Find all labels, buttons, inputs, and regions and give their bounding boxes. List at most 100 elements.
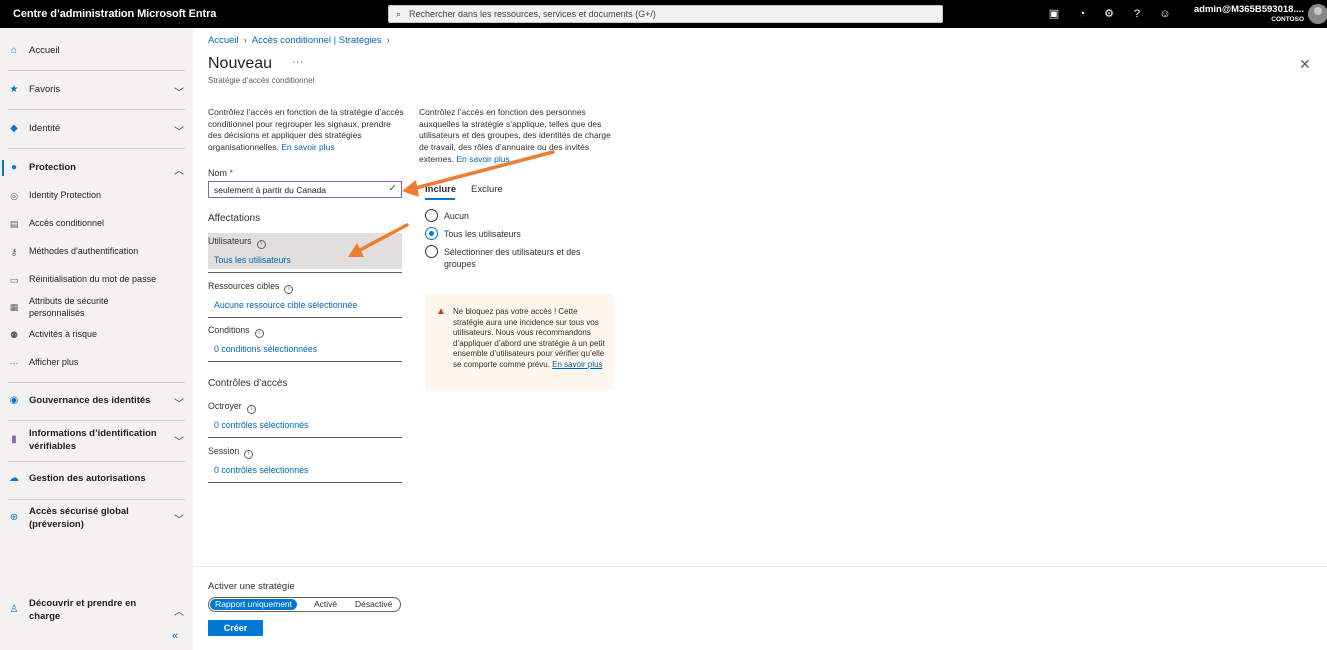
annotation-arrows xyxy=(348,150,555,257)
breadcrumb-home[interactable]: Accueil xyxy=(208,35,239,46)
policy-name-value: seulement à partir du Canada xyxy=(214,185,326,195)
protection-icon: ● xyxy=(10,162,18,173)
sidebar-item-governance[interactable]: ◉ Gouvernance des identités ﹀ xyxy=(0,395,193,410)
users-value-link[interactable]: Tous les utilisateurs xyxy=(214,255,291,265)
name-label: Nom * xyxy=(208,168,233,178)
users-description-text: Contrôlez l’accès en fonction des person… xyxy=(419,107,611,164)
account-tenant: CONTOSO xyxy=(1271,16,1304,23)
grant-label-text: Octroyer xyxy=(208,401,242,411)
learn-more-link[interactable]: En savoir plus xyxy=(456,154,509,164)
sidebar-item-identity[interactable]: ◆ Identité ﹀ xyxy=(0,123,193,138)
annotation-arrowhead-name xyxy=(402,180,419,197)
info-icon[interactable]: i xyxy=(254,329,264,338)
radio-select-users[interactable] xyxy=(425,245,438,258)
conditions-label: Conditions i xyxy=(208,325,264,338)
tab-include[interactable]: Inclure xyxy=(425,184,456,195)
more-options-icon[interactable]: ··· xyxy=(292,56,303,68)
info-icon[interactable]: i xyxy=(246,405,256,414)
info-icon[interactable]: i xyxy=(284,285,294,294)
breadcrumb-policies[interactable]: Accès conditionnel | Stratégies xyxy=(252,35,382,46)
option-on[interactable]: Activé xyxy=(309,599,342,610)
key-icon: ⚷ xyxy=(10,247,18,257)
sidebar-item-label: Découvrir et prendre en charge xyxy=(29,598,137,622)
learn-more-link[interactable]: En savoir plus xyxy=(281,142,334,152)
create-button[interactable]: Créer xyxy=(208,620,263,636)
users-label: Utilisateurs i xyxy=(208,236,266,249)
chevron-right-icon: › xyxy=(386,35,390,46)
grant-label: Octroyer i xyxy=(208,401,256,414)
lockout-warning: ▲ Ne bloquez pas votre accès ! Cette str… xyxy=(425,294,613,390)
sidebar-item-conditional-access[interactable]: ▤ Accès conditionnel xyxy=(0,218,193,232)
policy-name-input[interactable]: seulement à partir du Canada ✓ xyxy=(208,181,402,198)
avatar[interactable] xyxy=(1308,4,1327,24)
access-controls-heading: Contrôles d’accès xyxy=(208,378,288,389)
chevron-down-icon: ﹀ xyxy=(174,515,184,526)
settings-gear-icon[interactable]: ⚙ xyxy=(1102,7,1116,21)
sidebar-item-home[interactable]: ⌂ Accueil xyxy=(0,45,193,59)
divider xyxy=(208,437,402,438)
chevron-up-icon: ︿ xyxy=(174,166,184,177)
target-resources-link[interactable]: Aucune ressource cible sélectionnée xyxy=(214,300,357,310)
sidebar-item-verifiable-credentials[interactable]: ▮ Informations d’identification vérifiab… xyxy=(0,427,193,453)
sidebar-item-label: Gestion des autorisations xyxy=(29,473,146,484)
sidebar-item-permissions[interactable]: ☁ Gestion des autorisations xyxy=(0,473,193,487)
risk-icon: ⚉ xyxy=(9,330,19,340)
account-info[interactable]: admin@M365B593018.... CONTOSO xyxy=(1192,4,1304,23)
option-off[interactable]: Désactivé xyxy=(350,599,397,610)
conditional-access-icon: ▤ xyxy=(9,219,19,229)
session-link[interactable]: 0 contrôles sélectionnés xyxy=(214,465,308,475)
radio-none-label: Aucun xyxy=(444,211,469,221)
conditions-link[interactable]: 0 conditions sélectionnées xyxy=(214,344,317,354)
tab-exclude[interactable]: Exclure xyxy=(471,184,503,195)
target-resources-label: Ressources cibles i xyxy=(208,281,294,294)
collapse-sidebar-icon[interactable]: « xyxy=(172,630,178,642)
sidebar-item-label: Protection xyxy=(29,162,76,173)
sidebar-item-show-more[interactable]: ··· Afficher plus xyxy=(0,357,193,371)
sidebar-item-identity-protection[interactable]: ◎ Identity Protection xyxy=(0,190,193,204)
info-icon[interactable]: i xyxy=(256,240,266,249)
app-title[interactable]: Centre d’administration Microsoft Entra xyxy=(13,8,216,20)
copilot-icon[interactable]: ▣ xyxy=(1047,7,1061,21)
close-icon[interactable]: ✕ xyxy=(1299,56,1311,73)
sidebar-item-global-secure-access[interactable]: ⊕ Accès sécurisé global (préversion) ﹀ xyxy=(0,505,193,531)
radio-none[interactable] xyxy=(425,209,438,222)
sidebar-item-password-reset[interactable]: ▭ Réinitialisation du mot de passe xyxy=(0,274,193,288)
chevron-up-icon: ︿ xyxy=(174,607,184,618)
conditions-label-text: Conditions xyxy=(208,325,250,335)
sidebar-item-label: Accueil xyxy=(29,45,60,56)
feedback-icon[interactable]: ☺ xyxy=(1158,7,1172,21)
help-icon[interactable]: ? xyxy=(1130,7,1144,21)
account-user: admin@M365B593018.... xyxy=(1193,4,1304,15)
search-icon: ⌕ xyxy=(396,9,402,19)
divider xyxy=(208,361,402,362)
option-report-only[interactable]: Rapport uniquement xyxy=(210,599,298,610)
notifications-icon[interactable]: ◔ xyxy=(1075,7,1089,21)
enable-policy-toggle: Rapport uniquement Activé Désactivé xyxy=(208,597,401,612)
breadcrumb: Accueil › Accès conditionnel | Stratégies › xyxy=(208,35,395,46)
info-icon[interactable]: i xyxy=(244,450,254,459)
grant-link[interactable]: 0 contrôles sélectionnés xyxy=(214,420,308,430)
radio-all-users-label: Tous les utilisateurs xyxy=(444,229,521,239)
chevron-down-icon: ﹀ xyxy=(174,88,184,99)
chevron-down-icon: ﹀ xyxy=(174,399,184,410)
star-icon: ★ xyxy=(9,84,19,95)
sidebar-item-favorites[interactable]: ★ Favoris ﹀ xyxy=(0,84,193,99)
page-subtitle: Stratégie d’accès conditionnel xyxy=(208,76,315,85)
divider xyxy=(208,272,402,273)
more-icon: ··· xyxy=(9,358,19,368)
sidebar-item-security-attributes[interactable]: ▦ Attributs de sécurité personnalisés xyxy=(0,295,193,319)
sidebar-item-discover[interactable]: ♙ Découvrir et prendre en charge ︿ xyxy=(0,597,193,623)
sidebar-item-label: Gouvernance des identités xyxy=(29,395,151,406)
session-label: Session i xyxy=(208,446,254,459)
search-box[interactable]: ⌕ Rechercher dans les ressources, servic… xyxy=(388,5,943,23)
sidebar-item-auth-methods[interactable]: ⚷ Méthodes d'authentification xyxy=(0,246,193,260)
sidebar-item-risky-activities[interactable]: ⚉ Activités à risque xyxy=(0,329,193,343)
warning-learn-more-link[interactable]: En savoir plus xyxy=(552,360,602,369)
sidebar-item-protection[interactable]: ● Protection ︿ xyxy=(0,162,193,177)
password-reset-icon: ▭ xyxy=(9,275,19,285)
sidebar-item-label: Afficher plus xyxy=(29,357,79,367)
warning-icon: ▲ xyxy=(436,306,446,317)
radio-all-users[interactable] xyxy=(425,227,438,240)
sidebar-item-label: Attributs de sécurité personnalisés xyxy=(29,296,109,318)
checkmark-icon: ✓ xyxy=(388,183,397,194)
